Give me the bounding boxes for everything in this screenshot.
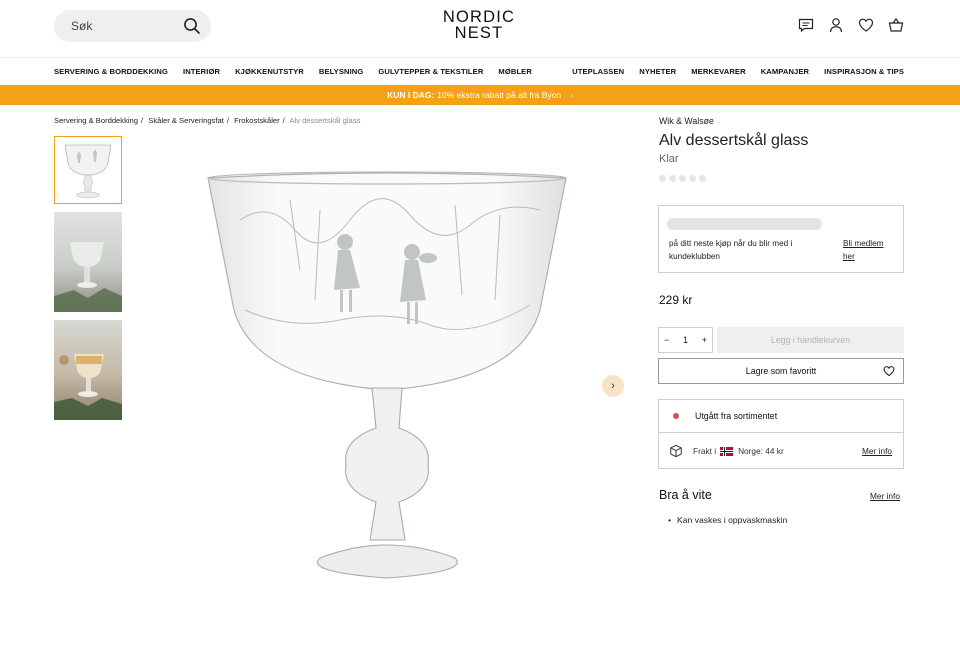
search-icon[interactable] bbox=[183, 17, 201, 35]
nav-item-nyheter[interactable]: NYHETER bbox=[639, 67, 676, 76]
increase-quantity-button[interactable]: + bbox=[702, 335, 707, 345]
shipping-cost: Norge: 44 kr bbox=[738, 446, 784, 456]
nav-item-belysning[interactable]: BELYSNING bbox=[319, 67, 364, 76]
shipping-label: Frakt i bbox=[693, 446, 717, 456]
availability-row: Utgått fra sortimentet bbox=[659, 400, 903, 433]
user-icon[interactable] bbox=[828, 17, 844, 33]
add-to-cart-button[interactable]: Legg i handlekurven bbox=[717, 327, 904, 353]
save-favorite-button[interactable]: Lagre som favoritt bbox=[658, 358, 904, 384]
status-dot-icon bbox=[673, 413, 679, 419]
quantity-value[interactable]: 1 bbox=[683, 335, 688, 345]
thumbnail-1[interactable] bbox=[54, 136, 122, 204]
star-icon bbox=[659, 175, 666, 182]
good-to-know-title: Bra å vite bbox=[659, 488, 712, 502]
nav-item-uteplassen[interactable]: UTEPLASSEN bbox=[572, 67, 624, 76]
nav-item-merkevarer[interactable]: MERKEVARER bbox=[691, 67, 745, 76]
breadcrumb-item[interactable]: Skåler & Serveringsfat bbox=[148, 116, 224, 125]
shipping-more-info-link[interactable]: Mer info bbox=[862, 446, 892, 456]
star-icon bbox=[669, 175, 676, 182]
chevron-right-icon: › bbox=[611, 380, 615, 392]
product-variant: Klar bbox=[659, 153, 679, 165]
breadcrumb-item[interactable]: Servering & Borddekking bbox=[54, 116, 138, 125]
norway-flag-icon bbox=[720, 446, 734, 456]
promo-bold: KUN I DAG: bbox=[387, 90, 435, 100]
star-icon bbox=[679, 175, 686, 182]
header-icons bbox=[798, 17, 904, 33]
save-favorite-label: Lagre som favoritt bbox=[745, 366, 817, 376]
promo-banner[interactable]: KUN I DAG: 10% ekstra rabatt på alt fra … bbox=[0, 85, 960, 105]
availability-status: Utgått fra sortimentet bbox=[695, 411, 778, 421]
chat-icon[interactable] bbox=[798, 17, 814, 33]
decrease-quantity-button[interactable]: − bbox=[664, 335, 669, 345]
good-to-know-list: Kan vaskes i oppvaskmaskin bbox=[668, 515, 787, 525]
nav-item-gulvtepper[interactable]: GULVTEPPER & TEKSTILER bbox=[378, 67, 483, 76]
next-image-button[interactable]: › bbox=[602, 375, 624, 397]
loading-placeholder bbox=[667, 218, 822, 230]
nav-item-inspirasjon[interactable]: INSPIRASJON & TIPS bbox=[824, 67, 904, 76]
logo-line-1: NORDIC bbox=[442, 8, 516, 26]
site-logo[interactable]: NORDIC NEST bbox=[441, 8, 517, 42]
availability-box: Utgått fra sortimentet Frakt i Norge: 44… bbox=[658, 399, 904, 469]
star-icon bbox=[699, 175, 706, 182]
quantity-stepper: − 1 + bbox=[658, 327, 713, 353]
nav-item-kampanjer[interactable]: KAMPANJER bbox=[761, 67, 809, 76]
package-icon bbox=[669, 444, 683, 458]
list-item: Kan vaskes i oppvaskmaskin bbox=[668, 515, 787, 525]
member-offer-text: på ditt neste kjøp når du blir med i kun… bbox=[669, 239, 793, 261]
rating-stars[interactable] bbox=[659, 175, 706, 182]
nav-left: SERVERING & BORDDEKKING INTERIØR KJØKKEN… bbox=[54, 67, 532, 76]
heart-icon bbox=[883, 365, 895, 377]
nav-item-kjokkenutstyr[interactable]: KJØKKENUTSTYR bbox=[235, 67, 304, 76]
shipping-row: Frakt i Norge: 44 kr Mer info bbox=[659, 433, 903, 469]
nav-item-interior[interactable]: INTERIØR bbox=[183, 67, 220, 76]
product-brand[interactable]: Wik & Walsøe bbox=[659, 116, 714, 126]
thumbnail-3[interactable] bbox=[54, 320, 122, 420]
site-header: NORDIC NEST bbox=[0, 0, 960, 58]
member-offer-box: på ditt neste kjøp når du blir med i kun… bbox=[658, 205, 904, 273]
nav-right: UTEPLASSEN NYHETER MERKEVARER KAMPANJER … bbox=[572, 67, 904, 76]
heart-icon[interactable] bbox=[858, 17, 874, 33]
search-input[interactable] bbox=[71, 19, 181, 33]
cart-icon[interactable] bbox=[888, 17, 904, 33]
good-to-know-more-link[interactable]: Mer info bbox=[870, 491, 900, 501]
product-main-image[interactable] bbox=[200, 160, 575, 600]
product-title: Alv dessertskål glass bbox=[659, 132, 809, 149]
chevron-right-icon: › bbox=[570, 90, 573, 100]
breadcrumb-current: Alv dessertskål glass bbox=[289, 116, 361, 125]
become-member-link[interactable]: Bli medlem her bbox=[843, 237, 895, 263]
search-bar[interactable] bbox=[54, 10, 211, 42]
product-price: 229 kr bbox=[659, 293, 693, 307]
nav-item-mobler[interactable]: MØBLER bbox=[498, 67, 532, 76]
promo-text: 10% ekstra rabatt på alt fra Byon bbox=[437, 90, 562, 100]
main-nav: SERVERING & BORDDEKKING INTERIØR KJØKKEN… bbox=[0, 58, 960, 85]
breadcrumb: Servering & Borddekking / Skåler & Server… bbox=[54, 116, 361, 125]
breadcrumb-item[interactable]: Frokostskåler bbox=[234, 116, 280, 125]
logo-line-2: NEST bbox=[454, 24, 504, 42]
thumbnail-2[interactable] bbox=[54, 212, 122, 312]
nav-item-servering[interactable]: SERVERING & BORDDEKKING bbox=[54, 67, 168, 76]
star-icon bbox=[689, 175, 696, 182]
